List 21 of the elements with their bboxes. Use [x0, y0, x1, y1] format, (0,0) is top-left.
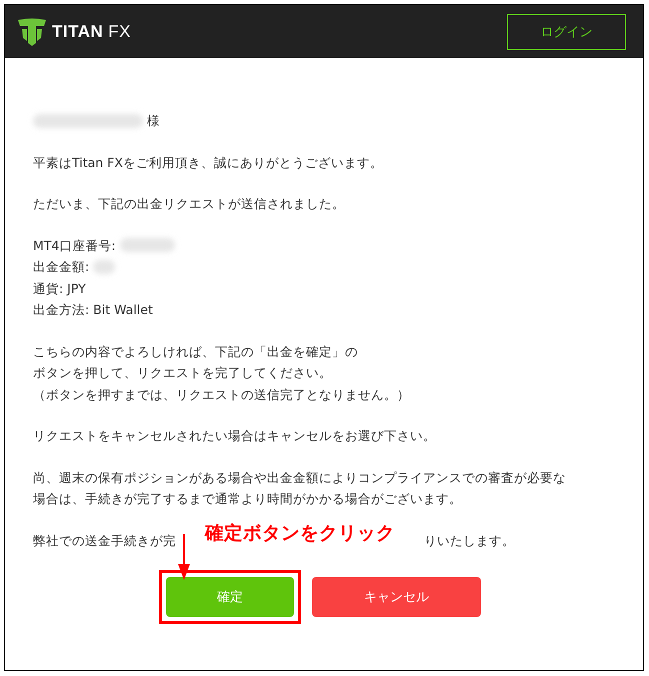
paragraph-text: （ボタンを押すまでは、リクエストの送信完了となりません。） [33, 386, 410, 404]
paragraph-text: 弊社での送金手続きが完 [33, 532, 176, 550]
paragraph-text: 平素はTitan FXをご利用頂き、誠にありがとうございます。 [33, 154, 383, 172]
paragraph-text: りいたします。 [424, 532, 515, 550]
paragraph-text: 尚、週末の保有ポジションがある場合や出金金額によりコンプライアンスでの審査が必要な [33, 468, 566, 486]
paragraph-text: ただいま、下記の出金リクエストが送信されました。 [33, 195, 345, 213]
login-button[interactable]: ログイン [507, 14, 626, 50]
paragraph-text: 場合は、手続きが完了するまで通常より時間がかかる場合がございます。 [33, 490, 462, 508]
confirm-button[interactable]: 確定 [166, 577, 294, 617]
logo-text: FX [108, 22, 132, 42]
logo-text: TITAN [52, 22, 104, 42]
detail-text: 出金方法: Bit Wallet [33, 301, 153, 319]
detail-text: 出金金額: [33, 258, 90, 276]
detail-text: MT4口座番号: [33, 236, 116, 254]
detail-text: 通貨: JPY [33, 280, 86, 298]
paragraph-text: こちらの内容でよろしければ、下記の「出金を確定」の [33, 342, 358, 360]
shield-logo-icon [17, 16, 47, 46]
paragraph-text: リクエストをキャンセルされたい場合はキャンセルをお選び下さい。 [33, 427, 436, 445]
paragraph-text: ボタンを押して、リクエストを完了してください。 [33, 364, 332, 382]
cancel-button[interactable]: キャンセル [312, 577, 481, 617]
salutation-text: 様 [147, 112, 160, 130]
